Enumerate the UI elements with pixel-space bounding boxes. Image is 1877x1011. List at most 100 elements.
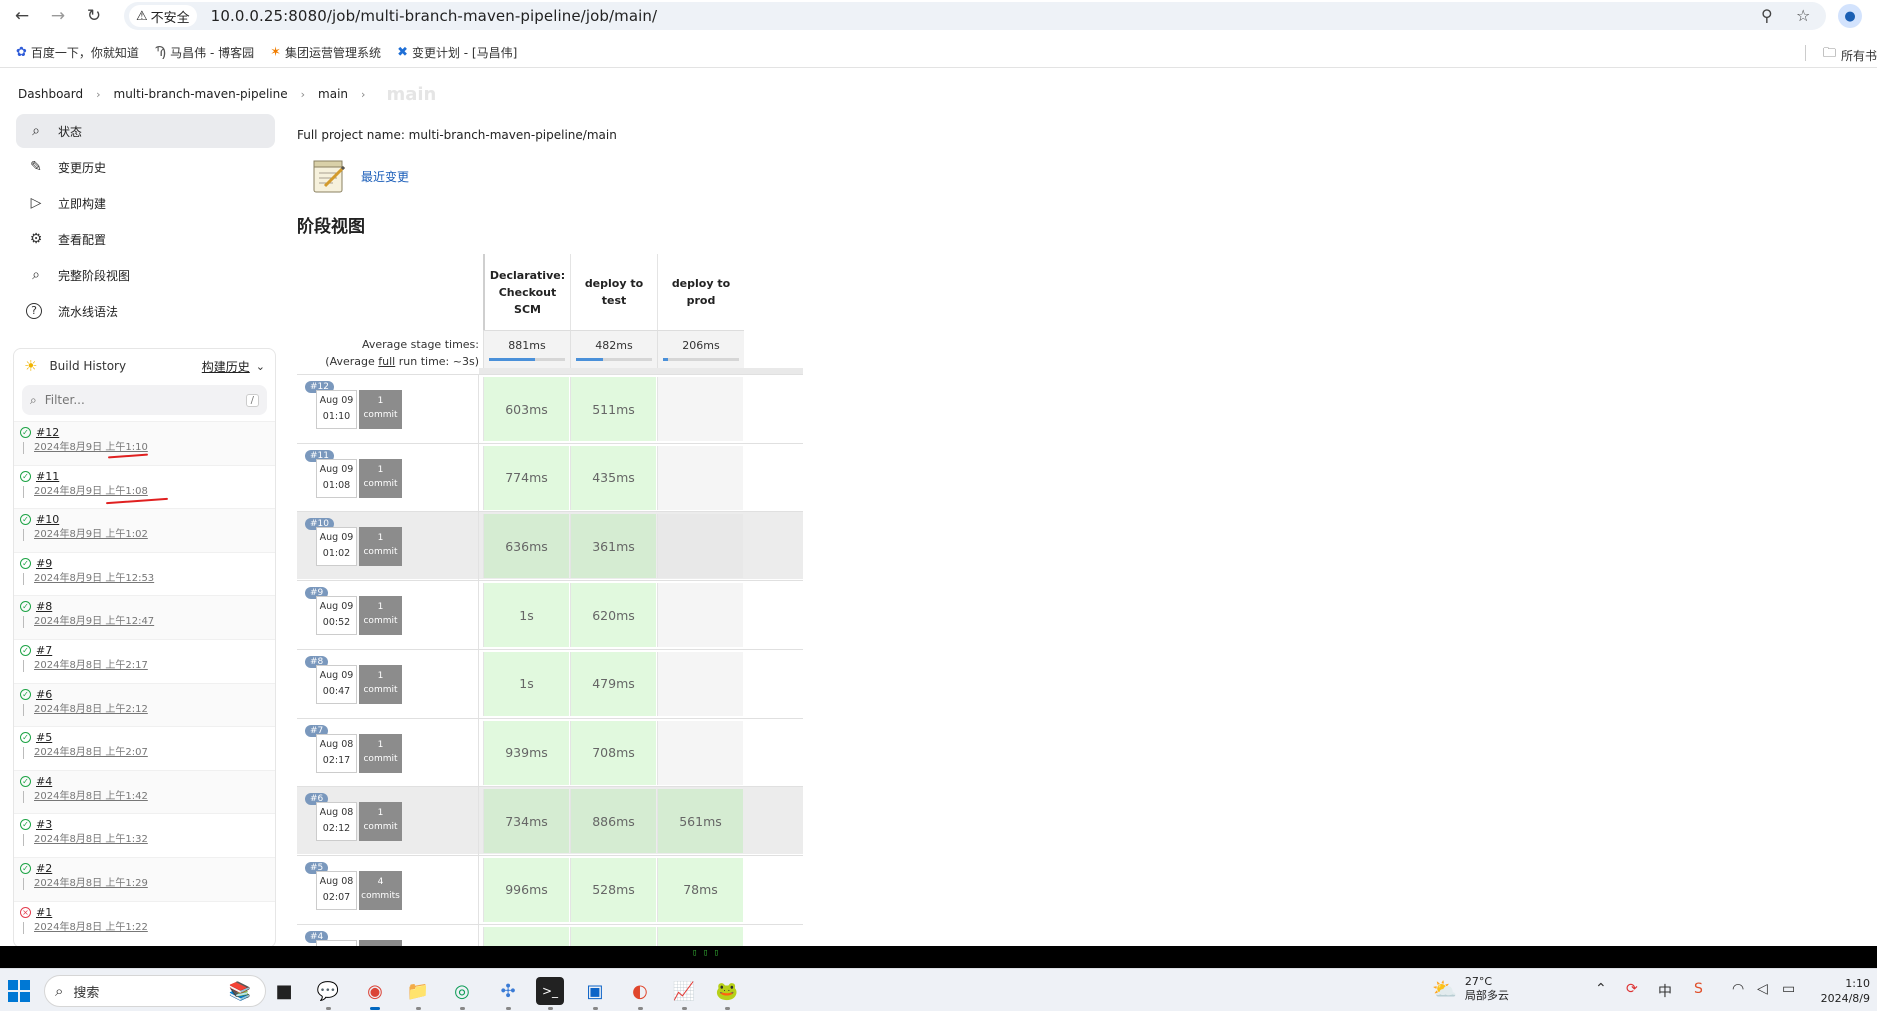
chrome-icon[interactable]: ◉ [361, 977, 389, 1010]
terminal-black-icon[interactable]: ■ [270, 977, 298, 1005]
stage-cell[interactable]: 561ms [657, 789, 743, 854]
task-view-config[interactable]: ⚙ 查看配置 [16, 222, 275, 256]
build-number-link[interactable]: #6 [36, 688, 52, 701]
build-number-link[interactable]: #10 [36, 513, 59, 526]
terminal-icon[interactable]: >_ [536, 977, 564, 1010]
build-filter[interactable]: ⌕ / [22, 385, 267, 415]
build-number-link[interactable]: #1 [36, 906, 52, 919]
frog-app-icon[interactable]: 🐸 [713, 977, 741, 1010]
stage-cell[interactable]: 734ms [483, 789, 569, 854]
commits-box[interactable]: 1 commit [359, 802, 402, 842]
chevron-down-icon[interactable]: ⌄ [256, 360, 265, 373]
build-date-link[interactable]: 2024年8月8日 上午1:22 [23, 921, 275, 934]
build-number-link[interactable]: #3 [36, 818, 52, 831]
stage-cell[interactable] [570, 926, 656, 946]
run-row[interactable]: #6 Aug 08 02:12 1 commit 734ms 886ms 561ms [297, 786, 803, 856]
stage-cell[interactable]: 620ms [570, 583, 656, 648]
task-full-stage-view[interactable]: ⌕ 完整阶段视图 [16, 258, 275, 292]
build-history-item[interactable]: ✓ #11 2024年8月9日 上午1:08 [14, 464, 275, 509]
windows-start-icon[interactable] [8, 980, 30, 1002]
build-date-link[interactable]: 2024年8月8日 上午2:07 [23, 747, 275, 760]
task-changes[interactable]: ✎ 变更历史 [16, 150, 275, 184]
security-chip[interactable]: ⚠ 不安全 [129, 5, 197, 27]
stage-cell[interactable]: 774ms [483, 445, 569, 510]
build-filter-input[interactable] [44, 393, 235, 407]
breadcrumb-pipeline[interactable]: multi-branch-maven-pipeline [114, 87, 288, 101]
build-history-item[interactable]: ✓ #6 2024年8月8日 上午2:12 [14, 682, 275, 727]
build-number-link[interactable]: #4 [36, 775, 52, 788]
build-number-link[interactable]: #7 [36, 644, 52, 657]
build-date-link[interactable]: 2024年8月8日 上午1:29 [23, 877, 275, 890]
file-explorer-icon[interactable]: 📁 [404, 977, 432, 1010]
run-row[interactable]: #8 Aug 09 00:47 1 commit 1s 479ms [297, 648, 803, 718]
network-app-icon[interactable]: ✣ [494, 977, 522, 1010]
wifi-icon[interactable]: ◠ [1732, 981, 1744, 997]
build-date-link[interactable]: 2024年8月8日 上午1:32 [23, 834, 275, 847]
weather-widget[interactable]: ⛅ 27°C 局部多云 [1432, 975, 1509, 1003]
run-row[interactable]: #9 Aug 09 00:52 1 commit 1s 620ms [297, 580, 803, 650]
all-bookmarks-button[interactable]: 🗀 所有书 [1823, 44, 1877, 66]
input-method-icon[interactable]: 中 [1658, 981, 1672, 1001]
build-number-link[interactable]: #9 [36, 557, 52, 570]
stage-cell[interactable]: 361ms [570, 514, 656, 579]
stage-cell[interactable]: 1s [483, 651, 569, 716]
url-text[interactable]: 10.0.0.25:8080/job/multi-branch-maven-pi… [211, 7, 658, 25]
task-build-now[interactable]: ▷ 立即构建 [16, 186, 275, 220]
commits-box[interactable]: 1 commit [359, 733, 402, 773]
monitor-chart-icon[interactable]: 📈 [670, 977, 698, 1010]
profile-avatar-icon[interactable]: ● [1838, 4, 1862, 28]
sync-icon[interactable]: ⟳ [1626, 981, 1638, 997]
build-history-item[interactable]: ✓ #10 2024年8月9日 上午1:02 [14, 508, 275, 552]
battery-icon[interactable]: ▭ [1782, 981, 1795, 997]
build-date-link[interactable]: 2024年8月8日 上午2:12 [23, 703, 275, 716]
bookmark-change-plan[interactable]: ✖ 变更计划 - [马昌伟] [397, 44, 517, 61]
build-history-item[interactable]: ✓ #9 2024年8月9日 上午12:53 [14, 551, 275, 596]
build-date-link[interactable]: 2024年8月9日 上午12:53 [23, 572, 275, 585]
stage-cell[interactable]: 78ms [657, 857, 743, 922]
run-row[interactable]: #7 Aug 08 02:17 1 commit 939ms 708ms [297, 717, 803, 787]
run-row[interactable]: #12 Aug 09 01:10 1 commit 603ms 511ms [297, 374, 803, 443]
stage-cell[interactable]: 886ms [570, 789, 656, 854]
zoom-icon[interactable]: ⚲ [1761, 6, 1773, 25]
build-history-item[interactable]: ✓ #8 2024年8月9日 上午12:47 [14, 595, 275, 639]
commits-box[interactable]: 4 commits [359, 870, 402, 910]
build-date-link[interactable]: 2024年8月9日 上午12:47 [23, 616, 275, 629]
chrome-alt-icon[interactable]: ◎ [448, 977, 476, 1010]
stage-cell[interactable]: 528ms [570, 857, 656, 922]
build-date-link[interactable]: 2024年8月8日 上午2:17 [23, 659, 275, 672]
build-date-link[interactable]: 2024年8月9日 上午1:02 [23, 529, 275, 542]
build-history-item[interactable]: × #1 2024年8月8日 上午1:22 [14, 900, 275, 945]
build-number-link[interactable]: #11 [36, 470, 59, 483]
bookmark-baidu[interactable]: ✿ 百度一下，你就知道 [16, 44, 139, 61]
build-number-link[interactable]: #12 [36, 426, 59, 439]
full-run-time-link[interactable]: full [378, 355, 395, 368]
books-widget-icon[interactable]: 📚 [226, 977, 254, 1005]
forward-icon[interactable]: → [44, 2, 72, 30]
stage-cell[interactable]: 708ms [570, 720, 656, 785]
system-clock[interactable]: 1:10 2024/8/9 [1810, 976, 1870, 1006]
remote-desktop-icon[interactable]: ▣ [581, 977, 609, 1010]
bookmark-cnblogs[interactable]: Ϡ 马昌伟 - 博客园 [155, 44, 254, 61]
stage-cell[interactable] [483, 926, 569, 946]
chevron-up-icon[interactable]: ⌃ [1595, 981, 1607, 997]
run-row[interactable]: #4Aug 081 [297, 923, 803, 946]
build-history-item[interactable]: ✓ #7 2024年8月8日 上午2:17 [14, 638, 275, 683]
stage-cell[interactable] [657, 926, 743, 946]
commits-box[interactable]: 1 commit [359, 458, 402, 498]
commits-box[interactable]: 1 commit [359, 390, 402, 429]
stage-cell[interactable]: 636ms [483, 514, 569, 579]
stage-cell[interactable]: 511ms [570, 377, 656, 441]
build-date-link[interactable]: 2024年8月9日 上午1:08 [23, 485, 275, 498]
xshell-icon[interactable]: ◐ [626, 977, 654, 1010]
commits-box[interactable]: 1 commit [359, 596, 402, 636]
build-history-item[interactable]: ✓ #3 2024年8月8日 上午1:32 [14, 813, 275, 857]
build-history-item[interactable]: ✓ #5 2024年8月8日 上午2:07 [14, 726, 275, 770]
task-pipeline-syntax[interactable]: ? 流水线语法 [16, 294, 275, 328]
build-date-link[interactable]: 2024年8月9日 上午1:10 [23, 442, 275, 454]
recent-changes-link[interactable]: 最近变更 [361, 168, 409, 185]
build-date-link[interactable]: 2024年8月8日 上午1:42 [23, 790, 275, 803]
wps-icon[interactable]: S [1694, 981, 1703, 997]
address-bar[interactable]: ⚠ 不安全 10.0.0.25:8080/job/multi-branch-ma… [124, 2, 1826, 30]
build-number-link[interactable]: #8 [36, 600, 52, 613]
run-row[interactable]: #11 Aug 09 01:08 1 commit 774ms 435ms [297, 442, 803, 512]
